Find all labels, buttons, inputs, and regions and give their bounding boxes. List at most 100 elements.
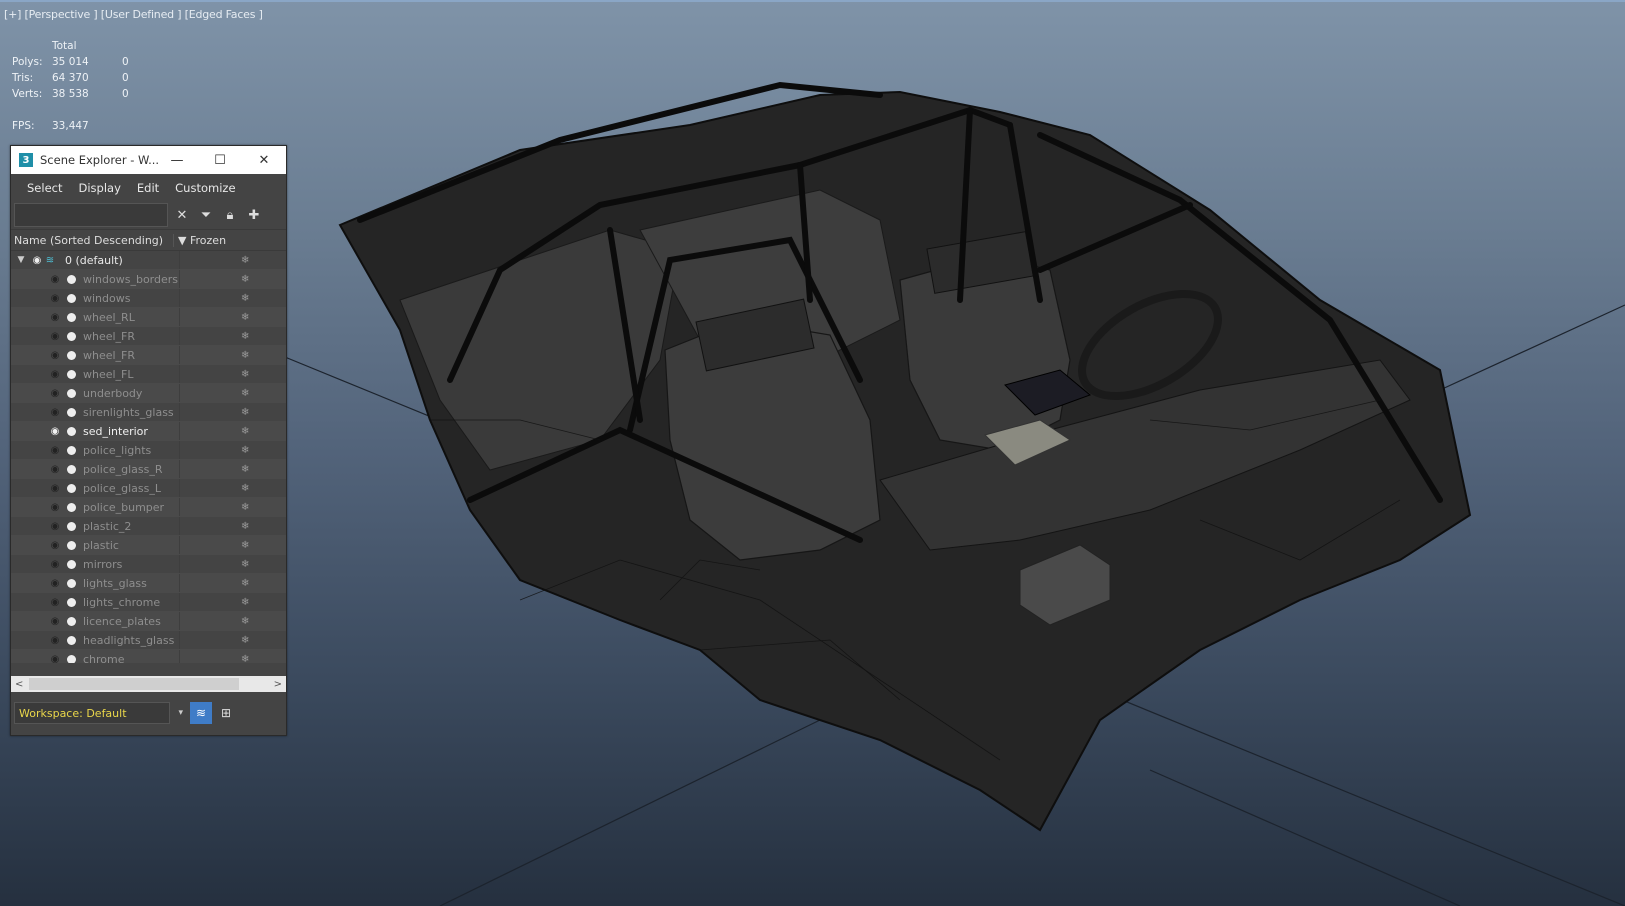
tree-object-row[interactable]: ◉ chrome ❄ — [11, 650, 286, 663]
tree-object-row[interactable]: ◉ wheel_FR ❄ — [11, 346, 286, 365]
chevron-down-icon[interactable]: ▾ — [178, 708, 183, 718]
collapse-arrow-icon[interactable]: ▼ — [15, 254, 27, 266]
scroll-left-icon[interactable]: < — [11, 679, 27, 690]
eye-icon[interactable]: ◉ — [49, 388, 61, 399]
snowflake-icon[interactable]: ❄ — [241, 464, 249, 475]
eye-icon[interactable]: ◉ — [49, 502, 61, 513]
eye-icon[interactable]: ◉ — [49, 654, 61, 664]
snowflake-icon[interactable]: ❄ — [241, 521, 249, 532]
tree-object-row[interactable]: ◉ wheel_RL ❄ — [11, 308, 286, 327]
tree-object-row[interactable]: ◉ licence_plates ❄ — [11, 612, 286, 631]
snowflake-icon[interactable]: ❄ — [241, 426, 249, 437]
snowflake-icon[interactable]: ❄ — [241, 350, 249, 361]
car-model[interactable] — [338, 81, 1472, 832]
eye-icon[interactable]: ◉ — [49, 483, 61, 494]
snowflake-icon[interactable]: ❄ — [241, 483, 249, 494]
sort-by-layer-icon[interactable]: ≋ — [190, 702, 212, 724]
eye-icon[interactable]: ◉ — [49, 331, 61, 342]
eye-icon[interactable]: ◉ — [49, 578, 61, 589]
menu-edit[interactable]: Edit — [137, 181, 159, 195]
eye-icon[interactable]: ◉ — [49, 407, 61, 418]
eye-icon[interactable]: ◉ — [49, 426, 61, 437]
menu-display[interactable]: Display — [78, 181, 120, 195]
stats-row-fps: FPS: 33,447 — [12, 120, 89, 132]
tree-object-row[interactable]: ◉ plastic ❄ — [11, 536, 286, 555]
tree-object-row[interactable]: ◉ plastic_2 ❄ — [11, 517, 286, 536]
tree-object-row[interactable]: ◉ sed_interior ❄ — [11, 422, 286, 441]
explorer-statusbar: Workspace: Default ▾ ≋ ⊞ — [11, 698, 286, 728]
tree-object-row[interactable]: ◉ lights_chrome ❄ — [11, 593, 286, 612]
snowflake-icon[interactable]: ❄ — [241, 388, 249, 399]
snowflake-icon[interactable]: ❄ — [241, 597, 249, 608]
menu-customize[interactable]: Customize — [175, 181, 235, 195]
clear-search-icon[interactable]: ✕ — [172, 205, 192, 225]
tree-object-row[interactable]: ◉ police_bumper ❄ — [11, 498, 286, 517]
sort-by-hierarchy-icon[interactable]: ⊞ — [216, 703, 236, 723]
eye-icon[interactable]: ◉ — [49, 616, 61, 627]
tree-object-row[interactable]: ◉ mirrors ❄ — [11, 555, 286, 574]
maximize-icon[interactable]: ☐ — [198, 146, 242, 174]
eye-icon[interactable]: ◉ — [49, 521, 61, 532]
filter-icon[interactable]: ⏷ — [196, 205, 216, 225]
snowflake-icon[interactable]: ❄ — [241, 293, 249, 304]
tree-object-row[interactable]: ◉ windows_borders ❄ — [11, 270, 286, 289]
eye-icon[interactable]: ◉ — [31, 255, 43, 266]
tree-object-row[interactable]: ◉ police_glass_L ❄ — [11, 479, 286, 498]
eye-icon[interactable]: ◉ — [49, 635, 61, 646]
snowflake-icon[interactable]: ❄ — [241, 654, 249, 664]
tree-object-row[interactable]: ◉ underbody ❄ — [11, 384, 286, 403]
column-frozen-header[interactable]: ▼ Frozen — [173, 233, 286, 247]
eye-icon[interactable]: ◉ — [49, 293, 61, 304]
snowflake-icon[interactable]: ❄ — [241, 540, 249, 551]
tree-object-row[interactable]: ◉ police_lights ❄ — [11, 441, 286, 460]
viewport-label[interactable]: [+] [Perspective ] [User Defined ] [Edge… — [4, 8, 263, 21]
snowflake-icon[interactable]: ❄ — [241, 559, 249, 570]
tree-object-row[interactable]: ◉ police_glass_R ❄ — [11, 460, 286, 479]
menu-select[interactable]: Select — [27, 181, 62, 195]
scene-explorer-window[interactable]: 3 Scene Explorer - W... — ☐ ✕ Select Dis… — [10, 145, 287, 736]
eye-icon[interactable]: ◉ — [49, 597, 61, 608]
horizontal-scrollbar[interactable]: < > — [11, 676, 286, 692]
snowflake-icon[interactable]: ❄ — [241, 274, 249, 285]
eye-icon[interactable]: ◉ — [49, 540, 61, 551]
object-color-dot — [67, 616, 76, 626]
snowflake-icon[interactable]: ❄ — [241, 635, 249, 646]
minimize-icon[interactable]: — — [155, 146, 199, 174]
close-icon[interactable]: ✕ — [242, 146, 286, 174]
tree-object-row[interactable]: ◉ lights_glass ❄ — [11, 574, 286, 593]
scrollbar-thumb[interactable] — [29, 678, 239, 690]
scroll-right-icon[interactable]: > — [270, 679, 286, 690]
workspace-dropdown[interactable]: Workspace: Default ▾ — [14, 702, 183, 724]
snowflake-icon[interactable]: ❄ — [241, 312, 249, 323]
scene-tree[interactable]: ▼ ◉ ≋ 0 (default) ❄ ◉ windows_borders ❄ ◉ wi… — [11, 251, 286, 663]
lock-icon[interactable]: 🔒︎ — [220, 205, 240, 225]
object-name: lights_glass — [83, 576, 147, 590]
eye-icon[interactable]: ◉ — [49, 559, 61, 570]
snowflake-icon[interactable]: ❄ — [241, 255, 249, 266]
snowflake-icon[interactable]: ❄ — [241, 578, 249, 589]
column-name-header[interactable]: Name (Sorted Descending) — [11, 234, 173, 247]
layer-row[interactable]: ▼ ◉ ≋ 0 (default) ❄ — [11, 251, 286, 270]
snowflake-icon[interactable]: ❄ — [241, 502, 249, 513]
snowflake-icon[interactable]: ❄ — [241, 445, 249, 456]
tree-object-row[interactable]: ◉ headlights_glass ❄ — [11, 631, 286, 650]
scene-explorer-titlebar[interactable]: 3 Scene Explorer - W... — ☐ ✕ — [11, 146, 286, 174]
search-input[interactable] — [14, 203, 168, 227]
eye-icon[interactable]: ◉ — [49, 445, 61, 456]
eye-icon[interactable]: ◉ — [49, 312, 61, 323]
tree-object-row[interactable]: ◉ wheel_FR ❄ — [11, 327, 286, 346]
column-header: Name (Sorted Descending) ▼ Frozen — [11, 229, 286, 251]
eye-icon[interactable]: ◉ — [49, 350, 61, 361]
tree-object-row[interactable]: ◉ windows ❄ — [11, 289, 286, 308]
eye-icon[interactable]: ◉ — [49, 274, 61, 285]
object-name: sed_interior — [83, 424, 148, 438]
tree-object-row[interactable]: ◉ wheel_FL ❄ — [11, 365, 286, 384]
snowflake-icon[interactable]: ❄ — [241, 407, 249, 418]
eye-icon[interactable]: ◉ — [49, 464, 61, 475]
tree-object-row[interactable]: ◉ sirenlights_glass ❄ — [11, 403, 286, 422]
snowflake-icon[interactable]: ❄ — [241, 331, 249, 342]
add-layer-icon[interactable]: ✚ — [244, 205, 264, 225]
snowflake-icon[interactable]: ❄ — [241, 369, 249, 380]
eye-icon[interactable]: ◉ — [49, 369, 61, 380]
snowflake-icon[interactable]: ❄ — [241, 616, 249, 627]
